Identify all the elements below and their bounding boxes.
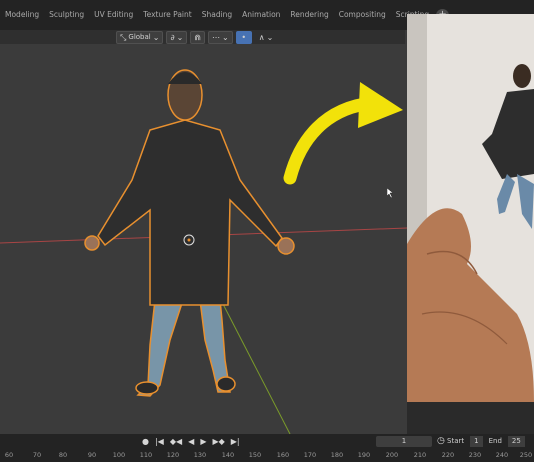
clock-icon[interactable]: ◷ bbox=[437, 436, 445, 447]
ruler-tick: 160 bbox=[276, 451, 290, 459]
reference-photo bbox=[407, 14, 534, 402]
start-label: Start bbox=[447, 437, 465, 445]
ruler-tick: 140 bbox=[221, 451, 235, 459]
ruler-tick: 230 bbox=[468, 451, 482, 459]
ruler-tick: 220 bbox=[441, 451, 455, 459]
ruler-tick: 200 bbox=[385, 451, 399, 459]
play-icon[interactable]: ▶ bbox=[200, 437, 206, 447]
ruler-tick: 250 bbox=[519, 451, 533, 459]
photo-content bbox=[407, 14, 534, 402]
end-frame-field[interactable]: 25 bbox=[507, 436, 525, 447]
end-label: End bbox=[488, 437, 502, 445]
mouse-cursor-icon bbox=[387, 188, 394, 198]
annotation-arrow-head bbox=[358, 82, 403, 128]
ruler-tick: 190 bbox=[357, 451, 371, 459]
ruler-tick: 100 bbox=[112, 451, 126, 459]
prev-keyframe-icon[interactable]: ◆◀ bbox=[170, 437, 182, 447]
ruler-tick: 240 bbox=[495, 451, 509, 459]
playback-controls: ● |◀ ◆◀ ◀ ▶ ▶◆ ▶| bbox=[142, 437, 240, 447]
ruler-tick: 180 bbox=[330, 451, 344, 459]
right-panel-background bbox=[407, 402, 534, 434]
play-reverse-icon[interactable]: ◀ bbox=[188, 437, 194, 447]
jump-start-icon[interactable]: |◀ bbox=[155, 437, 164, 447]
character-model[interactable] bbox=[84, 69, 295, 397]
start-frame-field[interactable]: 1 bbox=[470, 436, 483, 447]
ruler-tick: 110 bbox=[139, 451, 153, 459]
jump-end-icon[interactable]: ▶| bbox=[231, 437, 240, 447]
ruler-tick: 170 bbox=[303, 451, 317, 459]
ruler-tick: 60 bbox=[4, 451, 14, 459]
ruler-tick: 80 bbox=[58, 451, 68, 459]
ruler-tick: 90 bbox=[87, 451, 97, 459]
ruler-tick: 120 bbox=[166, 451, 180, 459]
next-keyframe-icon[interactable]: ▶◆ bbox=[212, 437, 224, 447]
current-frame-field[interactable]: 1 bbox=[376, 436, 432, 447]
record-icon[interactable]: ● bbox=[142, 437, 149, 447]
ruler-tick: 70 bbox=[32, 451, 42, 459]
frame-range: Start 1 End 25 bbox=[447, 436, 534, 447]
ruler-tick: 210 bbox=[413, 451, 427, 459]
ruler-tick: 130 bbox=[193, 451, 207, 459]
ruler-tick: 150 bbox=[248, 451, 262, 459]
